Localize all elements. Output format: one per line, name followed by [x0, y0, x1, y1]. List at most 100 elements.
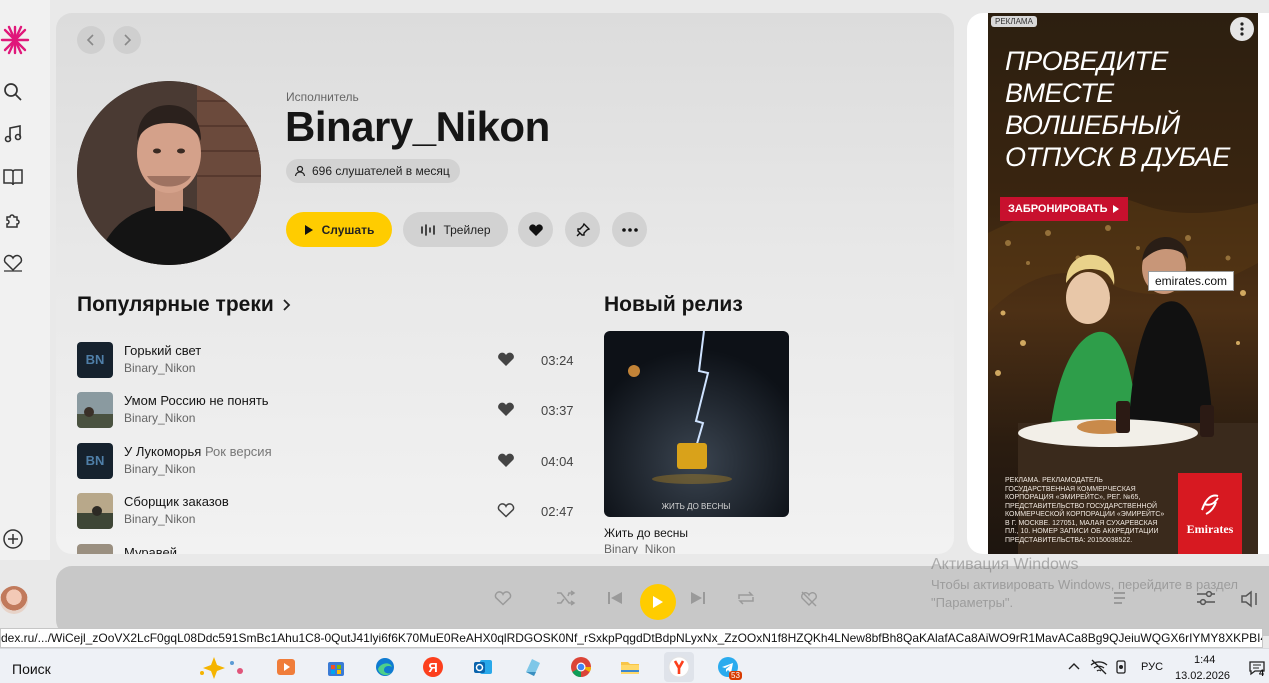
telegram-icon[interactable]: 53	[713, 652, 743, 682]
previous-track-icon[interactable]	[607, 590, 623, 606]
track-row[interactable]: BN У Лукоморья Рок версия Binary_Nikon 0…	[77, 443, 575, 483]
track-artist: Binary_Nikon	[124, 361, 196, 375]
ad-badge: РЕКЛАМА	[991, 16, 1037, 27]
edge-icon[interactable]	[370, 652, 400, 682]
clock-date[interactable]: 13.02.2026	[1175, 670, 1230, 682]
heart-outline-icon[interactable]	[494, 590, 512, 606]
emirates-logo: Emirates	[1178, 473, 1242, 554]
media-player-icon[interactable]	[271, 652, 301, 682]
notification-icon[interactable]: 4	[1249, 660, 1265, 678]
track-artist: Binary_Nikon	[124, 512, 196, 526]
yandex-browser-icon[interactable]	[664, 652, 694, 682]
svg-text:BN: BN	[86, 352, 105, 367]
explorer-icon[interactable]	[615, 652, 645, 682]
dislike-icon[interactable]	[800, 590, 818, 608]
track-duration: 04:04	[541, 454, 574, 469]
track-row[interactable]: Умом Россию не понять Binary_Nikon 03:37	[77, 392, 575, 432]
kids-puzzle-icon[interactable]	[0, 207, 26, 233]
artist-page: Исполнитель Binary_Nikon 696 слушателей …	[56, 13, 954, 554]
ad-cta-button[interactable]: ЗАБРОНИРОВАТЬ	[1000, 197, 1128, 221]
chevron-left-icon	[86, 34, 94, 46]
forward-button[interactable]	[113, 26, 141, 54]
track-title: Муравей	[124, 545, 178, 554]
ad-banner[interactable]: РЕКЛАМА ПРОВЕДИТЕ ВМЕСТЕ ВОЛШЕБНЫЙ ОТПУС…	[988, 13, 1258, 554]
track-row[interactable]: BN Горький свет Binary_Nikon 03:24	[77, 342, 575, 382]
windows-taskbar: Поиск Я 53 РУС 1:44 13.02.2026 4	[0, 648, 1269, 683]
taskbar-search[interactable]: Поиск	[12, 661, 51, 677]
more-button[interactable]	[612, 212, 647, 247]
track-row[interactable]: Муравей	[77, 544, 575, 554]
ad-headline: ПРОВЕДИТЕ ВМЕСТЕ ВОЛШЕБНЫЙ ОТПУСК В ДУБА…	[1005, 46, 1230, 172]
heart-filled-icon[interactable]	[497, 452, 515, 468]
track-artist: Binary_Nikon	[124, 411, 196, 425]
release-album-title[interactable]: Жить до весны	[604, 526, 688, 540]
photos-icon[interactable]	[518, 652, 548, 682]
track-title: Сборщик заказов	[124, 494, 229, 509]
artist-name: Binary_Nikon	[285, 103, 550, 150]
notification-count: 4	[1259, 668, 1265, 678]
listen-button[interactable]: Слушать	[286, 212, 392, 247]
heart-outline-icon[interactable]	[497, 502, 515, 518]
artist-avatar	[77, 81, 261, 265]
repeat-icon[interactable]	[736, 590, 756, 606]
listeners-badge: 696 слушателей в месяц	[286, 159, 460, 183]
clock-time[interactable]: 1:44	[1194, 654, 1215, 666]
svg-text:Я: Я	[428, 660, 437, 675]
next-track-icon[interactable]	[690, 590, 706, 606]
chevron-up-icon[interactable]	[1068, 662, 1080, 670]
music-note-icon[interactable]	[0, 121, 26, 147]
more-dots-icon	[621, 227, 638, 232]
sidebar	[0, 0, 50, 560]
user-avatar[interactable]	[0, 586, 28, 614]
language-indicator[interactable]: РУС	[1141, 661, 1163, 673]
track-artist: Binary_Nikon	[124, 462, 196, 476]
play-pause-button[interactable]	[640, 584, 676, 620]
yandex-icon[interactable]: Я	[418, 652, 448, 682]
yandex-music-logo-icon[interactable]	[0, 25, 30, 55]
telegram-badge: 53	[729, 671, 742, 680]
heart-collection-icon[interactable]	[0, 250, 26, 276]
search-icon[interactable]	[0, 79, 26, 105]
track-cover: BN	[77, 342, 113, 378]
emirates-logo-text: Emirates	[1186, 522, 1234, 536]
chrome-icon[interactable]	[566, 652, 596, 682]
network-off-icon[interactable]	[1090, 659, 1108, 675]
copilot-sparkle-icon[interactable]	[196, 655, 248, 679]
ad-domain-tooltip: emirates.com	[1148, 271, 1235, 291]
popular-tracks-header[interactable]: Популярные треки	[77, 293, 292, 317]
play-icon	[653, 596, 663, 608]
release-cover-text: ЖИТЬ ДО ВЕСНЫ	[662, 502, 731, 511]
like-artist-button[interactable]	[518, 212, 553, 247]
battery-phone-icon[interactable]	[1114, 659, 1128, 675]
store-icon[interactable]	[321, 652, 351, 682]
track-cover	[77, 544, 113, 554]
heart-filled-icon[interactable]	[497, 401, 515, 417]
release-cover[interactable]: ЖИТЬ ДО ВЕСНЫ	[604, 331, 789, 517]
listeners-count: 696 слушателей в месяц	[312, 164, 450, 178]
book-audio-icon[interactable]	[0, 164, 26, 190]
trailer-label: Трейлер	[443, 222, 491, 237]
shuffle-icon[interactable]	[556, 590, 576, 606]
waveform-icon	[421, 223, 436, 236]
pin-icon	[576, 222, 590, 236]
play-icon	[304, 224, 313, 235]
release-album-artist[interactable]: Binary_Nikon	[604, 542, 675, 554]
track-title: Умом Россию не понять	[124, 393, 269, 408]
back-button[interactable]	[77, 26, 105, 54]
ad-cta-label: ЗАБРОНИРОВАТЬ	[1008, 203, 1108, 215]
activation-title: Активация Windows	[931, 556, 1079, 573]
artist-type-label: Исполнитель	[286, 90, 359, 104]
new-release-title: Новый релиз	[604, 293, 743, 316]
triangle-right-icon	[1112, 205, 1119, 213]
ad-more-button[interactable]	[1230, 17, 1254, 41]
add-circle-icon[interactable]	[0, 526, 26, 552]
trailer-button[interactable]: Трейлер	[403, 212, 508, 247]
pin-button[interactable]	[565, 212, 600, 247]
popular-tracks-title: Популярные треки	[77, 293, 274, 316]
activation-text: Чтобы активировать Windows, перейдите в …	[931, 577, 1238, 610]
svg-text:BN: BN	[86, 453, 105, 468]
chevron-right-icon	[283, 299, 291, 311]
track-row[interactable]: Сборщик заказов Binary_Nikon 02:47	[77, 493, 575, 533]
heart-filled-icon[interactable]	[497, 351, 515, 367]
outlook-icon[interactable]	[468, 652, 498, 682]
